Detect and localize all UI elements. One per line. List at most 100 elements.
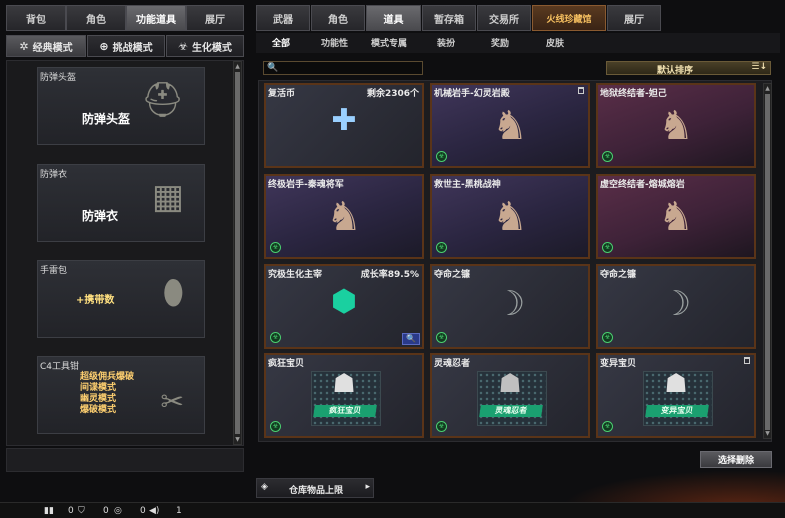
tab-4[interactable]: 交易所 (477, 5, 531, 31)
item-card[interactable]: 灵魂忍者 ☗ 灵魂忍者 ☣ (430, 353, 590, 438)
tab-1[interactable]: 角色 (311, 5, 365, 31)
select-delete-button[interactable]: 选择删除 (700, 451, 772, 468)
equipment-slot[interactable]: 防弹衣 防弹衣 ▦ (37, 164, 205, 242)
equipment-label: 防弹头盔 (40, 73, 77, 83)
item-ribbon: 变异宝贝 (645, 405, 709, 417)
magnify-icon[interactable]: 🔍 (402, 333, 420, 345)
equipment-title: 防弹衣 (82, 209, 119, 223)
equipment-label: C4工具钳 (40, 362, 80, 372)
item-card[interactable]: 变异宝贝 ☗ 变异宝贝 ☣ (596, 353, 756, 438)
bio-badge-icon: ☣ (602, 421, 613, 432)
tab-2[interactable]: 道具 (366, 5, 421, 31)
tab-0[interactable]: 武器 (256, 5, 310, 31)
subtab-1[interactable]: 功能性 (321, 36, 348, 49)
item-name: 灵魂忍者 (434, 359, 471, 369)
mode-line: 爆破模式 (80, 405, 117, 415)
chevron-right-icon[interactable]: ▸ (365, 482, 370, 492)
subtab-3[interactable]: 装扮 (437, 36, 455, 49)
sort-order-icon[interactable]: ☰↓ (751, 62, 767, 72)
equipment-title: 防弹头盔 (82, 112, 131, 126)
item-card[interactable]: 疯狂宝贝 ☗ 疯狂宝贝 ☣ (264, 353, 424, 438)
subtab-0[interactable]: 全部 (272, 36, 290, 49)
trash-icon[interactable] (744, 357, 750, 364)
tab-6[interactable]: 展厅 (607, 5, 661, 31)
stock-limit-label: 仓库物品上限 (289, 486, 344, 496)
tab-3[interactable]: 展厅 (186, 5, 244, 31)
item-name: 究极生化主宰 (268, 270, 323, 280)
search-input[interactable]: 🔍 (263, 61, 423, 75)
tab-0[interactable]: 背包 (6, 5, 66, 31)
status-value-2: 0 (103, 506, 109, 516)
speaker-icon[interactable]: ◀) (149, 506, 159, 516)
mode-tab-2[interactable]: ☣ 生化模式 (166, 35, 244, 57)
equipment-slot[interactable]: 防弹头盔 防弹头盔 ⛑ (37, 67, 205, 145)
shield-icon: ⛉ (78, 506, 85, 516)
item-name: 机械岩手-幻灵岩殿 (434, 89, 510, 99)
item-card[interactable]: 究极生化主宰 成长率89.5% ⬢ ☣ 🔍 (264, 264, 424, 349)
bio-badge-icon: ☣ (436, 242, 447, 253)
revive-coin-icon: ✚ (331, 103, 357, 138)
status-bar: ▮▮ 0 ⛉ 0 ◎ 0 ◀) 1 (0, 502, 785, 518)
tab-1[interactable]: 角色 (66, 5, 126, 31)
equipment-slot[interactable]: 手雷包 +携带数 ⬮ (37, 260, 205, 338)
equipment-title: +携带数 (76, 295, 115, 306)
item-ribbon: 疯狂宝贝 (313, 405, 377, 417)
scroll-up-icon[interactable]: ▲ (764, 85, 771, 92)
bio-badge-icon: ☣ (602, 242, 613, 253)
left-footer (6, 448, 244, 472)
ghost-girl-icon: ☗ (664, 369, 688, 399)
character-icon: ♞ (658, 103, 694, 149)
scroll-down-icon[interactable]: ▼ (764, 430, 771, 437)
tab-2[interactable]: 功能道具 (126, 5, 186, 31)
ninja-icon: ☗ (498, 369, 522, 399)
item-card[interactable]: 救世主-黑桃战神 ♞ ☣ (430, 174, 590, 259)
ghost-girl-icon: ☗ (332, 369, 356, 399)
item-card[interactable]: 虚空终结者-熔城熔岩 ♞ ☣ (596, 174, 756, 259)
subtab-2[interactable]: 模式专属 (371, 36, 407, 49)
bio-badge-icon: ☣ (436, 151, 447, 162)
bio-badge-icon: ☣ (270, 242, 281, 253)
mode-tab-1[interactable]: ⊕ 挑战模式 (87, 35, 165, 57)
item-name: 夺命之镰 (600, 270, 637, 280)
item-card[interactable]: 复活币 剩余2306个 ✚ (264, 83, 424, 168)
bio-badge-icon: ☣ (436, 421, 447, 432)
mode-tab-0[interactable]: ✲ 经典模式 (6, 35, 86, 57)
target-icon: ⊕ (99, 39, 109, 53)
bio-badge-icon: ☣ (602, 151, 613, 162)
scroll-down-icon[interactable]: ▼ (234, 436, 241, 443)
status-value-3: 0 (140, 506, 146, 516)
item-card[interactable]: 地狱终结者-妲己 ♞ ☣ (596, 83, 756, 168)
tab-3[interactable]: 暂存箱 (422, 5, 476, 31)
item-name: 夺命之镰 (434, 270, 471, 280)
equipment-panel: 防弹头盔 防弹头盔 ⛑ 防弹衣 防弹衣 ▦ 手雷包 +携带数 ⬮ C4工具钳 超级佣兵爆破 间谍模式幽… (6, 60, 244, 446)
bio-badge-icon: ☣ (602, 332, 613, 343)
character-icon: ♞ (658, 194, 694, 240)
tab-5[interactable]: 火线珍藏馆 (532, 5, 606, 31)
bio-badge-icon: ☣ (270, 421, 281, 432)
subtab-4[interactable]: 奖励 (491, 36, 509, 49)
chat-icon: ◎ (114, 506, 122, 516)
item-card[interactable]: 终极岩手-秦魂将军 ♞ ☣ (264, 174, 424, 259)
sort-dropdown[interactable]: 默认排序 ☰↓ (606, 61, 771, 76)
equipment-slot[interactable]: C4工具钳 超级佣兵爆破 间谍模式 幽灵模式 爆破模式 ✂ (37, 356, 205, 434)
scroll-up-icon[interactable]: ▲ (234, 63, 241, 70)
star-icon: ✲ (19, 39, 29, 53)
item-card[interactable]: 夺命之镰 ☽ ☣ (430, 264, 590, 349)
vest-icon: ▦ (151, 177, 184, 217)
item-card[interactable]: 机械岩手-幻灵岩殿 ♞ ☣ (430, 83, 590, 168)
layers-icon: ◈ (261, 482, 268, 492)
left-scrollbar[interactable]: ▲ ▼ (233, 61, 242, 445)
scroll-thumb[interactable] (765, 94, 770, 430)
stock-limit-bar[interactable]: ◈ 仓库物品上限 ▸ (256, 478, 374, 498)
item-card[interactable]: 夺命之镰 ☽ ☣ (596, 264, 756, 349)
scroll-thumb[interactable] (235, 72, 240, 434)
status-value-1: 0 (68, 506, 74, 516)
scythe-icon: ☽ (660, 284, 692, 324)
zombie-mark-icon: ⬢ (330, 284, 358, 319)
grid-scrollbar[interactable]: ▲ ▼ (763, 83, 772, 439)
biohazard-icon: ☣ (178, 39, 188, 53)
trash-icon[interactable] (578, 87, 584, 94)
search-icon: 🔍 (267, 63, 279, 73)
subtab-5[interactable]: 皮肤 (546, 36, 564, 49)
item-name: 虚空终结者-熔城熔岩 (600, 180, 685, 190)
